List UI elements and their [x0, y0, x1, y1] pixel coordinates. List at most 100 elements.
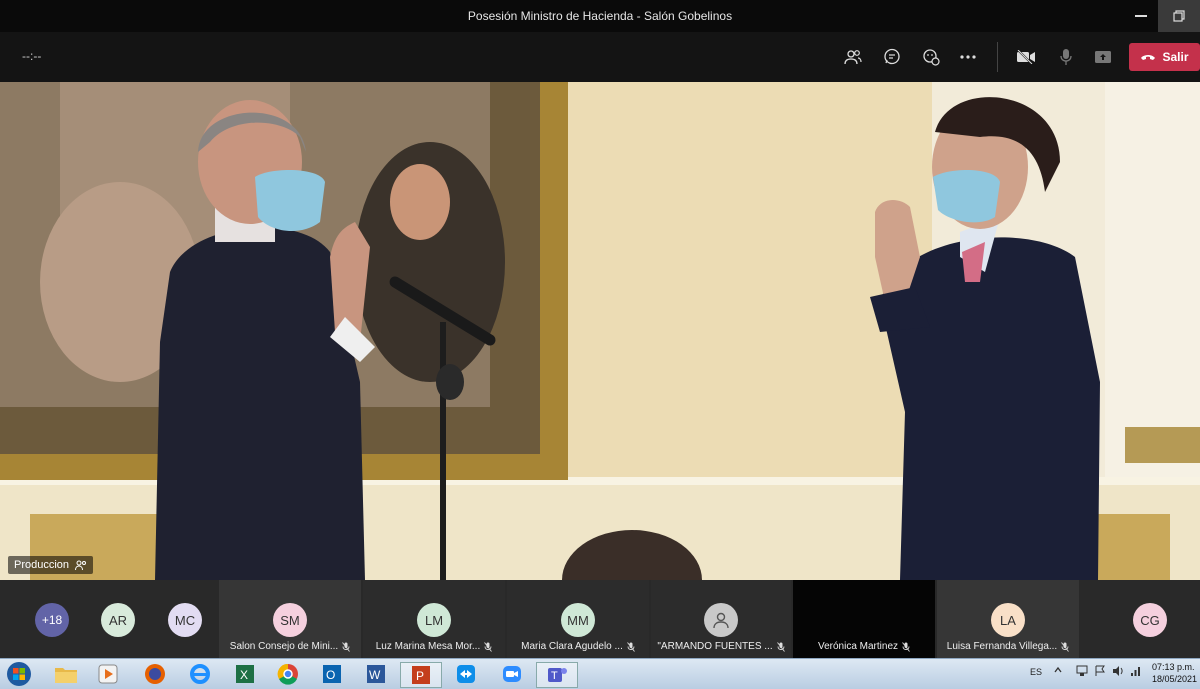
volume-icon [1113, 666, 1123, 676]
tray-flag[interactable] [1094, 665, 1106, 679]
firefox-icon [145, 664, 165, 684]
taskbar-excel[interactable]: X [225, 662, 265, 686]
participant-strip: +18 AR MC SM Salon Consejo de Mini... LM… [0, 580, 1200, 658]
video-scene [0, 82, 1200, 580]
participant-name-row: Luz Marina Mesa Mor... [369, 641, 499, 652]
participant-avatar: MM [561, 603, 595, 637]
word-icon: W [367, 665, 385, 683]
tray-signal[interactable] [1130, 665, 1142, 679]
tray-network[interactable] [1076, 665, 1088, 679]
participant-tile[interactable]: LM Luz Marina Mesa Mor... [363, 580, 505, 658]
participant-name: Luisa Fernanda Villega... [946, 641, 1058, 652]
mic-muted-icon [484, 641, 493, 652]
participant-name-row: Luisa Fernanda Villega... [943, 641, 1073, 652]
leave-button[interactable]: Salir [1129, 43, 1200, 71]
excel-icon: X [236, 665, 254, 683]
tray-volume[interactable] [1112, 665, 1124, 679]
taskbar-teamviewer[interactable] [446, 662, 486, 686]
participant-name: Salon Consejo de Mini... [229, 641, 339, 652]
participant-tile[interactable]: MM Maria Clara Agudelo ... [507, 580, 649, 658]
leave-label: Salir [1162, 50, 1189, 64]
tray-overflow-button[interactable] [1054, 666, 1062, 676]
zoom-icon [503, 666, 521, 682]
svg-text:W: W [369, 668, 381, 682]
signal-icon [1131, 667, 1140, 676]
explorer-icon [55, 668, 77, 683]
action-center-flag-icon [1095, 665, 1105, 676]
camera-toggle-button[interactable] [1012, 44, 1040, 70]
video-participant-name: Produccion [14, 559, 70, 571]
chat-button[interactable] [878, 44, 906, 70]
language-indicator[interactable]: ES [1030, 667, 1042, 677]
more-options-button[interactable] [954, 44, 982, 70]
hang-up-icon [1141, 55, 1156, 60]
participant-name-row: Salon Consejo de Mini... [225, 641, 355, 652]
participant-avatar: SM [273, 603, 307, 637]
toolbar-divider [997, 42, 998, 72]
chevron-up-icon [1054, 666, 1062, 673]
participant-avatar: LM [417, 603, 451, 637]
title-bar: Posesión Ministro de Hacienda - Salón Go… [0, 0, 1200, 32]
video-name-label: Produccion [8, 556, 94, 574]
camera-off-icon [1017, 50, 1035, 64]
reactions-button[interactable] [917, 44, 945, 70]
participant-tile[interactable]: SM Salon Consejo de Mini... [219, 580, 361, 658]
internet-explorer-icon [190, 664, 210, 684]
meeting-timer: --:-- [22, 49, 42, 63]
people-icon [844, 50, 862, 65]
svg-text:P: P [416, 669, 424, 683]
participant-name-row: Verónica Martinez [799, 641, 929, 652]
participant-tile[interactable]: LA Luisa Fernanda Villega... [937, 580, 1079, 658]
participant-avatar [704, 603, 738, 637]
mic-muted-icon [627, 641, 635, 652]
taskbar-powerpoint[interactable]: P [400, 662, 442, 688]
restore-icon [1173, 10, 1185, 22]
participant-avatar[interactable]: MC [168, 603, 202, 637]
network-icon [1076, 665, 1088, 676]
taskbar-internet-explorer[interactable] [180, 662, 220, 686]
more-icon [960, 55, 976, 59]
participants-button[interactable] [839, 44, 867, 70]
overflow-participants-button[interactable]: +18 [35, 603, 69, 637]
taskbar-outlook[interactable]: O [312, 662, 352, 686]
teams-icon: T [548, 668, 567, 682]
clock-time: 07:13 p.m. [1152, 662, 1195, 672]
participant-name: "ARMANDO FUENTES ... [657, 641, 773, 652]
start-button[interactable] [2, 660, 36, 688]
taskbar-teams[interactable]: T [536, 662, 578, 688]
share-icon [1095, 51, 1111, 63]
svg-text:T: T [551, 670, 558, 682]
participant-name: Luz Marina Mesa Mor... [375, 641, 481, 652]
main-video-feed[interactable] [0, 82, 1200, 580]
taskbar-chrome[interactable] [268, 662, 308, 686]
taskbar-zoom[interactable] [492, 662, 532, 686]
participant-avatar[interactable]: CG [1133, 603, 1167, 637]
restore-button[interactable] [1158, 0, 1200, 32]
participant-tile[interactable]: "ARMANDO FUENTES ... [651, 580, 791, 658]
share-button[interactable] [1089, 44, 1117, 70]
taskbar-word[interactable]: W [356, 662, 396, 686]
windows-logo-icon [7, 662, 31, 686]
taskbar-media-player[interactable] [88, 662, 128, 686]
svg-text:O: O [326, 668, 335, 682]
mic-toggle-button[interactable] [1052, 44, 1080, 70]
mic-muted-icon [1061, 641, 1070, 652]
system-clock[interactable]: 07:13 p.m. 18/05/2021 [1152, 661, 1197, 685]
teamviewer-icon [457, 665, 475, 683]
mic-muted-icon [776, 641, 785, 652]
participant-tile[interactable]: Verónica Martinez [793, 580, 935, 658]
participant-name: Verónica Martinez [817, 641, 899, 652]
minimize-button[interactable] [1120, 0, 1162, 32]
svg-text:X: X [240, 668, 248, 682]
mic-muted-icon [342, 641, 351, 652]
participant-name-row: Maria Clara Agudelo ... [513, 641, 643, 652]
chat-icon [884, 48, 900, 65]
media-player-icon [98, 664, 118, 684]
participant-avatar[interactable]: AR [101, 603, 135, 637]
outlook-icon: O [323, 665, 341, 683]
mic-off-icon [1060, 49, 1072, 65]
taskbar-firefox[interactable] [135, 662, 175, 686]
taskbar-explorer[interactable] [46, 662, 86, 686]
powerpoint-icon: P [412, 666, 430, 684]
minimize-icon [1135, 15, 1147, 17]
